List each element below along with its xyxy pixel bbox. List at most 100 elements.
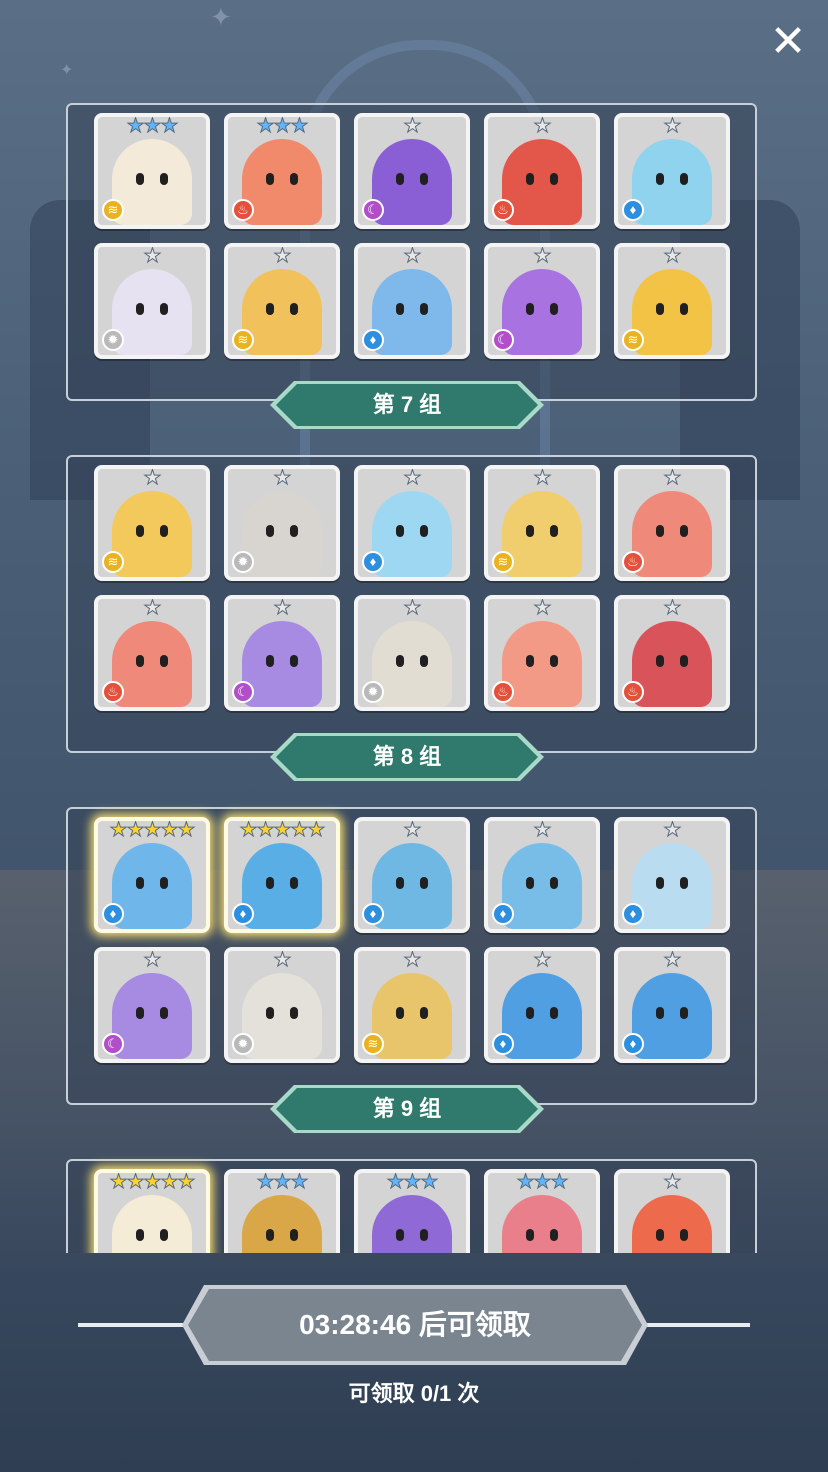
- character-portrait: [242, 269, 322, 355]
- water-element-icon: ♦: [362, 903, 384, 925]
- fire-element-icon: ♨: [622, 551, 644, 573]
- character-card-skull-mask[interactable]: ★ ✹: [94, 243, 210, 359]
- character-portrait: [632, 973, 712, 1059]
- group-label: 第 9 组: [372, 1096, 442, 1121]
- star-rating-icon: ★: [403, 467, 422, 490]
- character-card-bandaged-blue-beast-2[interactable]: ★ ♦: [614, 947, 730, 1063]
- group-label: 第 8 组: [372, 744, 442, 769]
- character-card-dark-hair-girl[interactable]: ★ ♦: [614, 817, 730, 933]
- character-card-red-chest-monster[interactable]: ★ ♨: [614, 595, 730, 711]
- star-rating-icon: ★: [403, 115, 422, 138]
- background-star-icon: ✦: [210, 2, 232, 32]
- character-portrait: [372, 1195, 452, 1253]
- character-card-red-knight[interactable]: ★ ♨: [614, 465, 730, 581]
- star-rating-icon: ★: [533, 597, 552, 620]
- fire-element-icon: ♨: [492, 681, 514, 703]
- character-card-golden-helmet-kid[interactable]: ★ ≋: [484, 465, 600, 581]
- character-card-bandaged-mummy[interactable]: ★★★☾: [354, 1169, 470, 1253]
- star-rating-icon: ★: [663, 115, 682, 138]
- character-portrait: [502, 139, 582, 225]
- character-card-purple-stone-totem[interactable]: ★ ☾: [484, 243, 600, 359]
- star-rating-icon: ★: [663, 245, 682, 268]
- character-card-grey-tree-stump[interactable]: ★ ✹: [224, 465, 340, 581]
- character-card-white-ram-kid[interactable]: ★ ✹: [224, 947, 340, 1063]
- star-rating-icon: ★: [143, 597, 162, 620]
- character-card-yellow-puffball[interactable]: ★ ≋: [94, 465, 210, 581]
- character-portrait: [242, 973, 322, 1059]
- star-rating-icon: ★★★: [386, 1171, 439, 1194]
- star-rating-icon: ★: [533, 115, 552, 138]
- water-element-icon: ♦: [492, 1033, 514, 1055]
- divider-right: [642, 1323, 750, 1327]
- water-element-icon: ♦: [622, 1033, 644, 1055]
- character-card-cat-guard[interactable]: ★ ≋: [224, 243, 340, 359]
- character-card-yellow-castle[interactable]: ★ ≋: [614, 243, 730, 359]
- character-card-rabbit[interactable]: ★★★ ≋: [94, 113, 210, 229]
- dark-element-icon: ☾: [362, 199, 384, 221]
- reward-group-list[interactable]: ★★★ ≋ ★★★ ♨ ★ ☾ ★ ♨ ★ ♦ ★ ✹ ★ ≋ ★ ♦ ★ ☾ ★ ≋ 第 7 组 ★ ≋ ★ ✹ ★ ♦ ★ ≋ ★ ♨ ★…: [60, 98, 770, 1253]
- character-card-purple-knight-2[interactable]: ★ ☾: [94, 947, 210, 1063]
- light-element-icon: ✹: [362, 681, 384, 703]
- character-portrait: [112, 269, 192, 355]
- star-rating-icon: ★: [533, 819, 552, 842]
- group-label-banner: 第 9 组: [270, 1085, 544, 1133]
- character-portrait: [242, 1195, 322, 1253]
- character-card-red-hair-girl[interactable]: ★ ♨: [484, 595, 600, 711]
- group-label-banner: 第 8 组: [270, 733, 544, 781]
- dark-element-icon: ☾: [232, 681, 254, 703]
- wind-element-icon: ≋: [102, 199, 124, 221]
- character-portrait: [372, 491, 452, 577]
- close-button[interactable]: ✕: [766, 20, 810, 64]
- star-rating-icon: ★★★: [516, 1171, 569, 1194]
- character-grid: ★★★★★ ♦ ★★★★★ ♦ ★ ♦ ★ ♦ ★ ♦ ★ ☾ ★ ✹ ★ ≋ ★ ♦ ★ ♦: [94, 817, 730, 1063]
- character-portrait: [372, 621, 452, 707]
- character-card-red-bird[interactable]: ★♨: [614, 1169, 730, 1253]
- dark-element-icon: ☾: [492, 329, 514, 351]
- character-card-beige-castle[interactable]: ★ ✹: [354, 595, 470, 711]
- star-rating-icon: ★: [403, 819, 422, 842]
- divider-left: [78, 1323, 188, 1327]
- character-card-red-knight-2[interactable]: ★ ♨: [94, 595, 210, 711]
- character-card-spotted-shell[interactable]: ★ ♦: [484, 817, 600, 933]
- star-rating-icon: ★: [663, 1171, 682, 1194]
- character-portrait: [112, 139, 192, 225]
- fire-element-icon: ♨: [492, 199, 514, 221]
- character-portrait: [112, 843, 192, 929]
- water-element-icon: ♦: [362, 551, 384, 573]
- character-card-blue-hair-girl[interactable]: ★ ♦: [614, 113, 730, 229]
- character-card-pink-robot[interactable]: ★★★♨: [484, 1169, 600, 1253]
- character-portrait: [632, 491, 712, 577]
- star-rating-icon: ★: [273, 597, 292, 620]
- character-card-one-eye-tree[interactable]: ★★★★★ ♦: [224, 817, 340, 933]
- character-portrait: [502, 491, 582, 577]
- dark-element-icon: ☾: [102, 1033, 124, 1055]
- star-rating-icon: ★★★★★: [109, 1171, 196, 1194]
- character-card-purple-puffball[interactable]: ★ ☾: [354, 113, 470, 229]
- character-card-golden-sword[interactable]: ★ ≋: [354, 947, 470, 1063]
- character-card-horned-helmet[interactable]: ★★★≋: [224, 1169, 340, 1253]
- star-rating-icon: ★: [663, 597, 682, 620]
- character-card-red-tree-stump[interactable]: ★ ♨: [484, 113, 600, 229]
- star-rating-icon: ★: [533, 245, 552, 268]
- water-element-icon: ♦: [622, 199, 644, 221]
- character-card-blue-cat-kid[interactable]: ★ ♦: [354, 465, 470, 581]
- character-card-red-flower-monster[interactable]: ★★★ ♨: [224, 113, 340, 229]
- character-grid: ★★★ ≋ ★★★ ♨ ★ ☾ ★ ♨ ★ ♦ ★ ✹ ★ ≋ ★ ♦ ★ ☾ ★ ≋: [94, 113, 730, 359]
- background-star-icon: ✦: [60, 62, 74, 79]
- character-card-blue-cactus[interactable]: ★ ♦: [354, 817, 470, 933]
- character-card-blue-flame-golem[interactable]: ★★★★★ ♦: [94, 817, 210, 933]
- character-portrait: [112, 1195, 192, 1253]
- character-card-purple-knight[interactable]: ★ ☾: [224, 595, 340, 711]
- character-portrait: [242, 491, 322, 577]
- wind-element-icon: ≋: [362, 1033, 384, 1055]
- character-portrait: [502, 843, 582, 929]
- star-rating-icon: ★: [533, 467, 552, 490]
- water-element-icon: ♦: [492, 903, 514, 925]
- character-card-blue-stone-totem[interactable]: ★ ♦: [354, 243, 470, 359]
- countdown-timer: 03:28:46 后可领取: [299, 1309, 531, 1340]
- close-icon: ✕: [769, 17, 807, 66]
- water-element-icon: ♦: [622, 903, 644, 925]
- character-portrait: [502, 973, 582, 1059]
- character-card-white-hair-hero[interactable]: ★★★★★✹: [94, 1169, 210, 1253]
- character-card-bandaged-blue-beast[interactable]: ★ ♦: [484, 947, 600, 1063]
